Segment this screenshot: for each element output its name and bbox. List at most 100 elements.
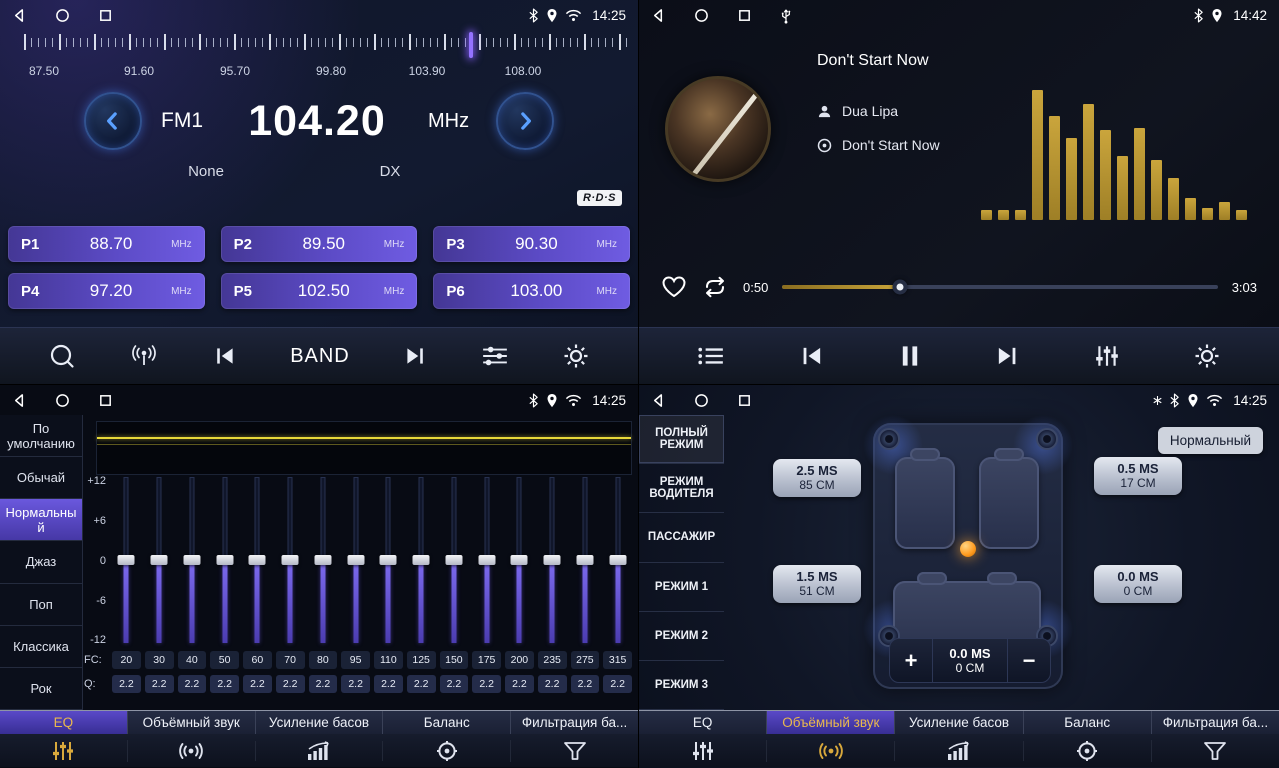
eq-band-slider[interactable] bbox=[339, 477, 372, 643]
preset-button-p5[interactable]: P5 102.50 MHz bbox=[221, 273, 418, 309]
mode-full[interactable]: ПОЛНЫЙ РЕЖИМ bbox=[639, 415, 724, 464]
tab-surround[interactable]: Объёмный звук bbox=[128, 711, 256, 734]
tab-bass-boost[interactable]: Усиление басов bbox=[256, 711, 384, 734]
playlist-icon[interactable] bbox=[697, 345, 725, 367]
pause-icon[interactable] bbox=[899, 344, 921, 368]
eq-tab-icon[interactable] bbox=[0, 740, 128, 762]
eq-slider-knob[interactable] bbox=[413, 555, 430, 565]
eq-preset-pop[interactable]: Поп bbox=[0, 584, 82, 626]
mode-2[interactable]: РЕЖИМ 2 bbox=[639, 612, 724, 661]
eq-slider-knob[interactable] bbox=[282, 555, 299, 565]
back-icon[interactable] bbox=[651, 393, 666, 408]
eq-band-slider[interactable] bbox=[274, 477, 307, 643]
eq-band-slider[interactable] bbox=[241, 477, 274, 643]
eq-band-slider[interactable] bbox=[307, 477, 340, 643]
favorite-icon[interactable] bbox=[661, 275, 687, 299]
tab-balance[interactable]: Баланс bbox=[383, 711, 511, 734]
eq-tab-icon[interactable] bbox=[639, 740, 767, 762]
eq-slider-knob[interactable] bbox=[151, 555, 168, 565]
eq-slider-knob[interactable] bbox=[216, 555, 233, 565]
preset-button-p4[interactable]: P4 97.20 MHz bbox=[8, 273, 205, 309]
repeat-icon[interactable] bbox=[701, 276, 729, 298]
eq-preset-badge[interactable]: Нормальный bbox=[1158, 427, 1263, 454]
eq-band-slider[interactable] bbox=[405, 477, 438, 643]
eq-band-slider[interactable] bbox=[503, 477, 536, 643]
eq-preset-default[interactable]: По умолчанию bbox=[0, 415, 82, 457]
eq-slider-knob[interactable] bbox=[609, 555, 626, 565]
recents-icon[interactable] bbox=[737, 393, 752, 408]
previous-station-icon[interactable] bbox=[212, 345, 238, 367]
back-icon[interactable] bbox=[651, 8, 666, 23]
tab-balance[interactable]: Баланс bbox=[1024, 711, 1152, 734]
settings-gear-icon[interactable] bbox=[1193, 342, 1221, 370]
progress-slider[interactable] bbox=[782, 285, 1217, 289]
eq-slider-knob[interactable] bbox=[314, 555, 331, 565]
eq-preset-rock[interactable]: Рок bbox=[0, 668, 82, 710]
eq-band-slider[interactable] bbox=[176, 477, 209, 643]
mode-1[interactable]: РЕЖИМ 1 bbox=[639, 563, 724, 612]
filter-tab-icon[interactable] bbox=[511, 741, 638, 761]
preset-button-p6[interactable]: P6 103.00 MHz bbox=[433, 273, 630, 309]
bass-boost-tab-icon[interactable] bbox=[256, 741, 384, 761]
eq-band-slider[interactable] bbox=[601, 477, 634, 643]
broadcast-icon[interactable] bbox=[129, 344, 159, 368]
eq-band-slider[interactable] bbox=[438, 477, 471, 643]
eq-preset-custom[interactable]: Обычай bbox=[0, 457, 82, 499]
listening-position-dot[interactable] bbox=[960, 541, 976, 557]
eq-slider-knob[interactable] bbox=[249, 555, 266, 565]
delay-rear-right[interactable]: 0.0 MS 0 CM bbox=[1094, 565, 1182, 603]
mode-passenger[interactable]: ПАССАЖИР bbox=[639, 513, 724, 562]
delay-decrease-button[interactable]: − bbox=[1008, 639, 1050, 682]
recents-icon[interactable] bbox=[98, 393, 113, 408]
tab-filter[interactable]: Фильтрация ба... bbox=[511, 711, 638, 734]
back-icon[interactable] bbox=[12, 8, 27, 23]
recents-icon[interactable] bbox=[98, 8, 113, 23]
seek-down-button[interactable] bbox=[84, 92, 142, 150]
delay-rear-left[interactable]: 1.5 MS 51 CM bbox=[773, 565, 861, 603]
eq-slider-knob[interactable] bbox=[445, 555, 462, 565]
eq-band-slider[interactable] bbox=[110, 477, 143, 643]
preset-button-p3[interactable]: P3 90.30 MHz bbox=[433, 226, 630, 262]
tuner-settings-icon[interactable] bbox=[481, 345, 509, 367]
equalizer-icon[interactable] bbox=[1094, 344, 1120, 368]
next-track-icon[interactable] bbox=[993, 344, 1021, 368]
eq-slider-knob[interactable] bbox=[511, 555, 528, 565]
eq-slider-knob[interactable] bbox=[576, 555, 593, 565]
back-icon[interactable] bbox=[12, 393, 27, 408]
eq-band-slider[interactable] bbox=[470, 477, 503, 643]
tab-filter[interactable]: Фильтрация ба... bbox=[1152, 711, 1279, 734]
eq-band-slider[interactable] bbox=[143, 477, 176, 643]
scan-icon[interactable] bbox=[48, 342, 76, 370]
seek-up-button[interactable] bbox=[496, 92, 554, 150]
preset-button-p2[interactable]: P2 89.50 MHz bbox=[221, 226, 418, 262]
previous-track-icon[interactable] bbox=[798, 344, 826, 368]
bass-boost-tab-icon[interactable] bbox=[895, 741, 1023, 761]
settings-gear-icon[interactable] bbox=[562, 342, 590, 370]
eq-band-slider[interactable] bbox=[536, 477, 569, 643]
next-station-icon[interactable] bbox=[402, 345, 428, 367]
delay-front-left[interactable]: 2.5 MS 85 CM bbox=[773, 459, 861, 497]
preset-button-p1[interactable]: P1 88.70 MHz bbox=[8, 226, 205, 262]
balance-tab-icon[interactable] bbox=[383, 740, 511, 762]
eq-slider-knob[interactable] bbox=[380, 555, 397, 565]
delay-front-right[interactable]: 0.5 MS 17 CM bbox=[1094, 457, 1182, 495]
eq-band-slider[interactable] bbox=[569, 477, 602, 643]
filter-tab-icon[interactable] bbox=[1152, 741, 1279, 761]
balance-tab-icon[interactable] bbox=[1024, 740, 1152, 762]
frequency-scale[interactable]: 87.50 91.60 95.70 99.80 103.90 108.00 bbox=[0, 32, 638, 82]
home-icon[interactable] bbox=[694, 8, 709, 23]
tab-eq[interactable]: EQ bbox=[639, 711, 767, 734]
home-icon[interactable] bbox=[55, 393, 70, 408]
eq-band-slider[interactable] bbox=[372, 477, 405, 643]
eq-slider-knob[interactable] bbox=[478, 555, 495, 565]
recents-icon[interactable] bbox=[737, 8, 752, 23]
surround-tab-icon[interactable] bbox=[767, 741, 895, 761]
home-icon[interactable] bbox=[55, 8, 70, 23]
eq-preset-classic[interactable]: Классика bbox=[0, 626, 82, 668]
mode-driver[interactable]: РЕЖИМ ВОДИТЕЛЯ bbox=[639, 464, 724, 513]
eq-slider-knob[interactable] bbox=[118, 555, 135, 565]
eq-preset-jazz[interactable]: Джаз bbox=[0, 541, 82, 583]
mode-3[interactable]: РЕЖИМ 3 bbox=[639, 661, 724, 710]
eq-band-slider[interactable] bbox=[208, 477, 241, 643]
tab-eq[interactable]: EQ bbox=[0, 711, 128, 734]
